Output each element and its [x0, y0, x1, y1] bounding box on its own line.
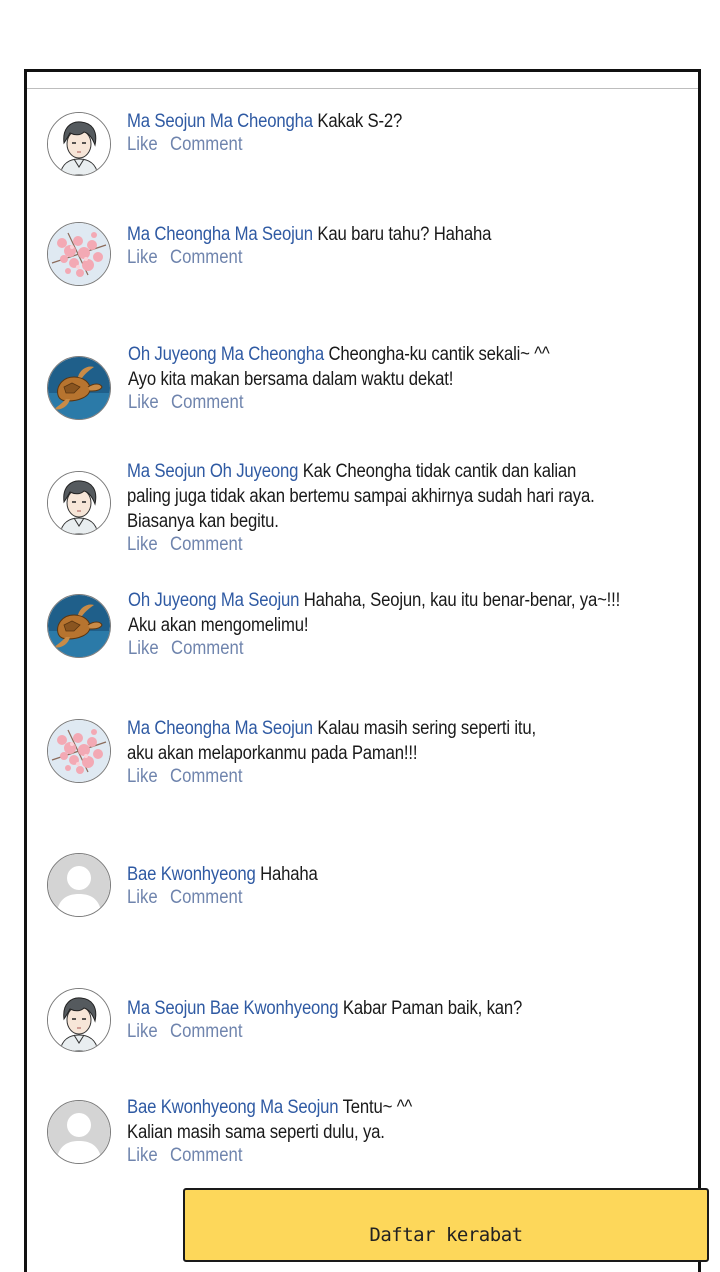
- like-link[interactable]: Like: [127, 247, 158, 268]
- comment-text-line: aku akan melaporkanmu pada Paman!!!: [127, 743, 418, 764]
- comment-text-line: Kau baru tahu? Hahaha: [317, 224, 492, 245]
- comment-text-line: Ayo kita makan bersama dalam waktu dekat…: [128, 369, 454, 390]
- commenter-name[interactable]: Bae Kwonhyeong: [127, 864, 256, 885]
- comment-text-line: Kalau masih sering seperti itu,: [317, 718, 536, 739]
- relatives-list-card: Daftar kerabat: [183, 1188, 709, 1262]
- cherry-blossom-avatar-icon[interactable]: [47, 719, 111, 783]
- comment-link[interactable]: Comment: [170, 534, 242, 555]
- comment-text-line: Aku akan mengomelimu!: [128, 615, 309, 636]
- comment-link[interactable]: Comment: [170, 247, 242, 268]
- comment-text-line: Tentu~ ^^: [342, 1097, 413, 1118]
- default-user-avatar-icon[interactable]: [47, 1100, 111, 1164]
- comment-panel: Ma Seojun Ma Cheongha Kakak S-2? Like Com…: [24, 69, 701, 1272]
- sea-turtle-avatar-icon[interactable]: [47, 594, 111, 658]
- boy-avatar-icon[interactable]: [47, 112, 111, 176]
- commenter-name[interactable]: Ma Seojun Ma Cheongha: [127, 111, 313, 132]
- comment-link[interactable]: Comment: [170, 134, 242, 155]
- commenter-name[interactable]: Bae Kwonhyeong Ma Seojun: [127, 1097, 339, 1118]
- like-link[interactable]: Like: [127, 134, 158, 155]
- default-user-avatar-icon[interactable]: [47, 853, 111, 917]
- comment-text-line: Biasanya kan begitu.: [127, 511, 279, 532]
- comment-text-line: Hahaha, Seojun, kau itu benar-benar, ya~…: [303, 590, 621, 611]
- commenter-name[interactable]: Oh Juyeong Ma Cheongha: [128, 344, 324, 365]
- comment-link[interactable]: Comment: [171, 392, 243, 413]
- card-title: Daftar kerabat: [369, 1224, 523, 1246]
- comment-text-line: paling juga tidak akan bertemu sampai ak…: [127, 486, 595, 507]
- like-link[interactable]: Like: [127, 1021, 158, 1042]
- commenter-name[interactable]: Oh Juyeong Ma Seojun: [128, 590, 299, 611]
- comment-link[interactable]: Comment: [170, 887, 242, 908]
- sea-turtle-avatar-icon[interactable]: [47, 356, 111, 420]
- comment-text-line: Kalian masih sama seperti dulu, ya.: [127, 1122, 385, 1143]
- like-link[interactable]: Like: [128, 392, 159, 413]
- like-link[interactable]: Like: [127, 887, 158, 908]
- comment-text-line: Kakak S-2?: [317, 111, 403, 132]
- comment-text-line: Cheongha-ku cantik sekali~ ^^: [328, 344, 550, 365]
- comment-text-line: Hahaha: [260, 864, 318, 885]
- commenter-name[interactable]: Ma Cheongha Ma Seojun: [127, 718, 313, 739]
- comment-text-line: Kabar Paman baik, kan?: [342, 998, 523, 1019]
- boy-avatar-icon[interactable]: [47, 471, 111, 535]
- commenter-name[interactable]: Ma Cheongha Ma Seojun: [127, 224, 313, 245]
- comment-link[interactable]: Comment: [170, 1145, 242, 1166]
- like-link[interactable]: Like: [127, 534, 158, 555]
- commenter-name[interactable]: Ma Seojun Bae Kwonhyeong: [127, 998, 339, 1019]
- cherry-blossom-avatar-icon[interactable]: [47, 222, 111, 286]
- comment-link[interactable]: Comment: [170, 1021, 242, 1042]
- comment-link[interactable]: Comment: [171, 638, 243, 659]
- like-link[interactable]: Like: [128, 638, 159, 659]
- like-link[interactable]: Like: [127, 1145, 158, 1166]
- comment-text-line: Kak Cheongha tidak cantik dan kalian: [302, 461, 577, 482]
- divider: [27, 88, 698, 89]
- like-link[interactable]: Like: [127, 766, 158, 787]
- commenter-name[interactable]: Ma Seojun Oh Juyeong: [127, 461, 298, 482]
- comment-link[interactable]: Comment: [170, 766, 242, 787]
- boy-avatar-icon[interactable]: [47, 988, 111, 1052]
